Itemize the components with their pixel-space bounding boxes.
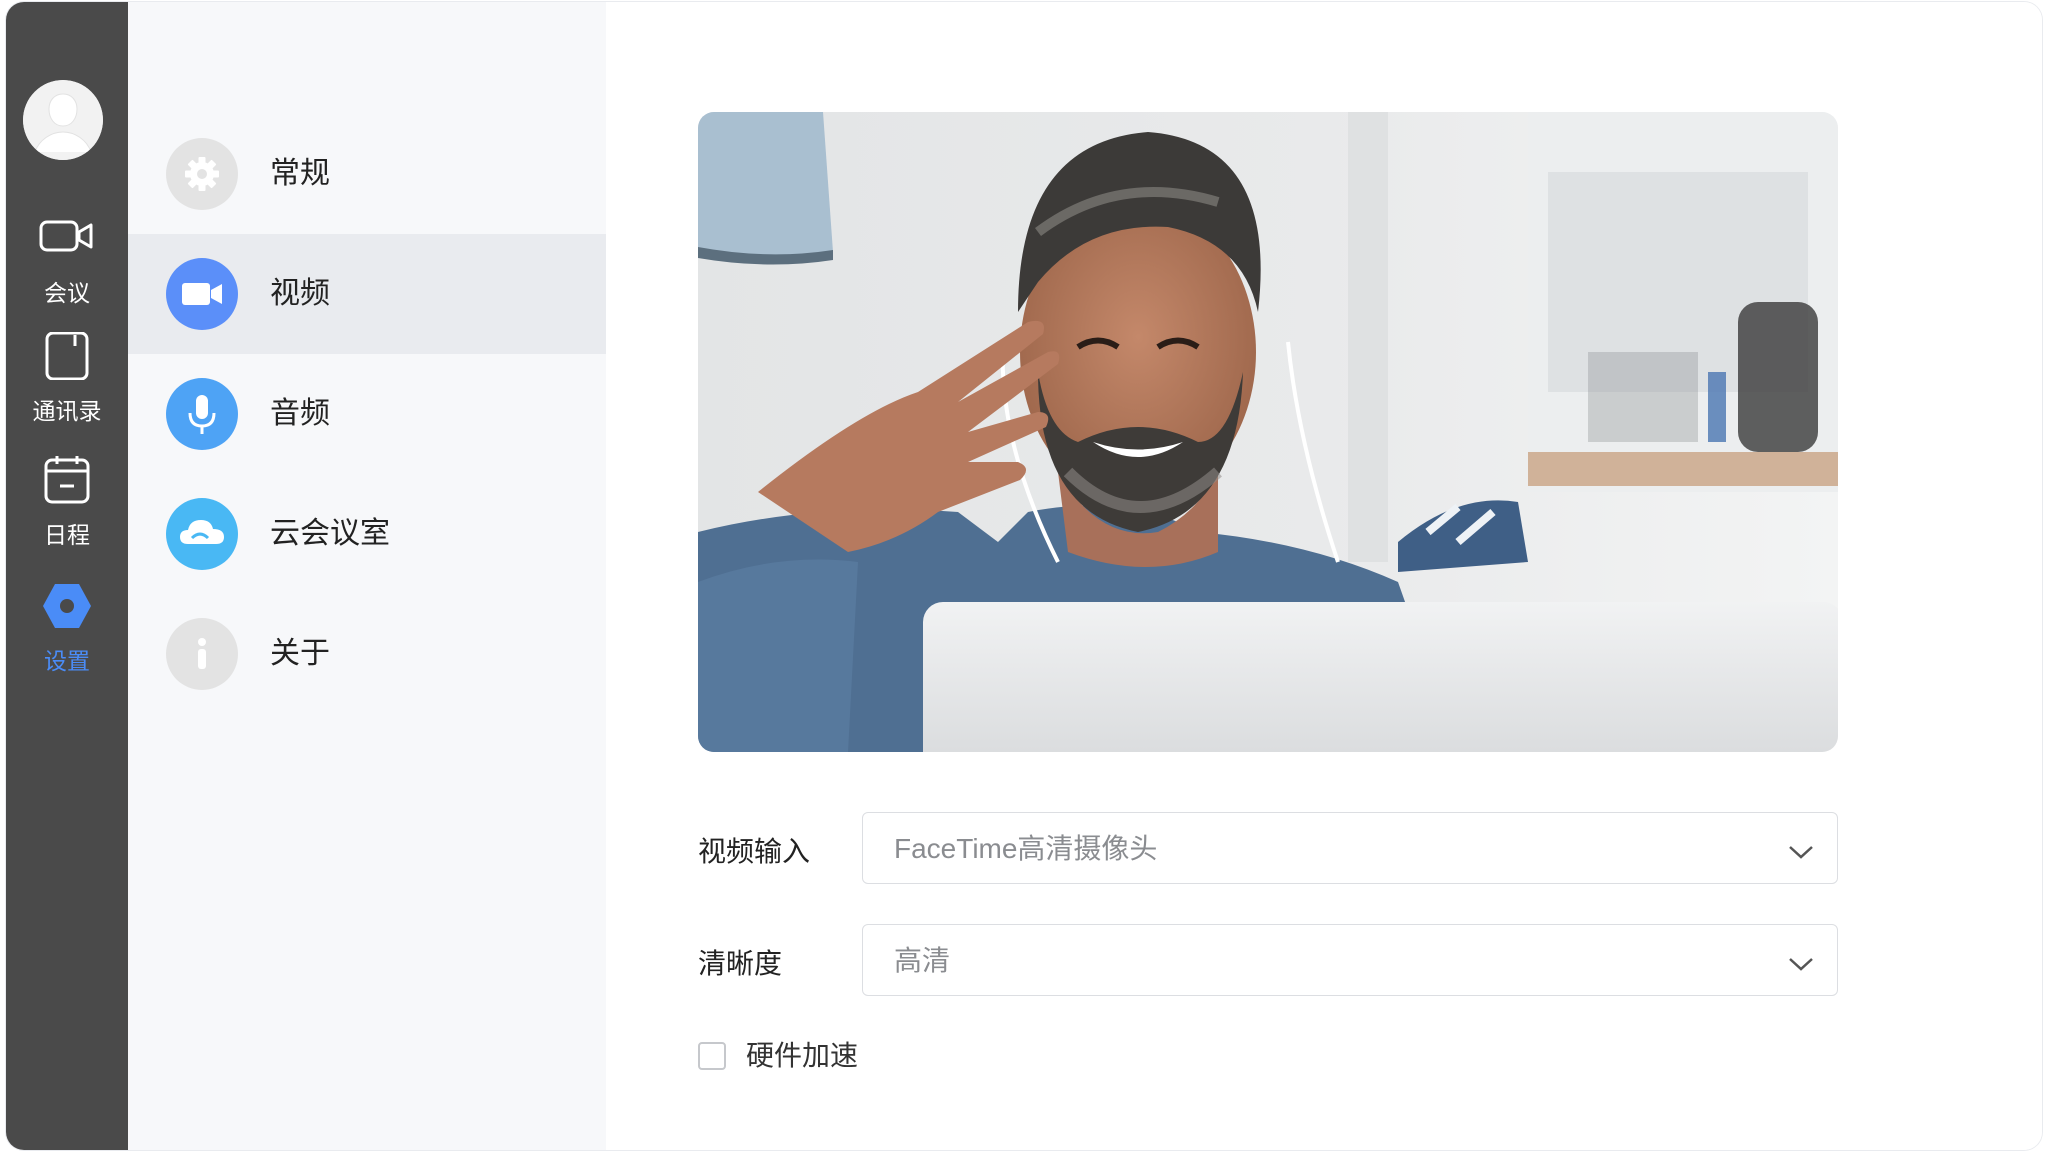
menu-label-cloud-room: 云会议室	[270, 517, 390, 550]
camera-preview-image	[698, 112, 1838, 752]
main-nav-rail: 会议 通讯录 日程 设置	[6, 2, 128, 1150]
nav-item-schedule[interactable]: 日程	[6, 456, 128, 566]
nav-label-meeting: 会议	[44, 280, 90, 306]
cloud-icon	[166, 498, 238, 570]
app-window: 会议 通讯录 日程 设置 常规 视频 音频 云会议室 关于 视频输入 FaceT…	[6, 2, 2042, 1150]
video-input-label: 视频输入	[698, 836, 811, 867]
resolution-label: 清晰度	[698, 948, 783, 979]
video-icon	[166, 258, 238, 330]
menu-item-general[interactable]: 常规	[128, 114, 606, 234]
resolution-select[interactable]: 高清	[862, 924, 1838, 996]
menu-label-general: 常规	[270, 157, 330, 190]
camera-preview	[698, 112, 1838, 752]
gear-icon	[166, 138, 238, 210]
menu-item-video[interactable]: 视频	[128, 234, 606, 354]
resolution-value: 高清	[894, 945, 951, 976]
nav-label-contacts: 通讯录	[32, 398, 102, 424]
contacts-book-icon	[45, 332, 89, 380]
nav-label-settings: 设置	[44, 648, 90, 674]
video-settings-panel: 视频输入 FaceTime高清摄像头 清晰度 高清 硬件加速	[606, 2, 2042, 1150]
nav-item-settings[interactable]: 设置	[6, 582, 128, 692]
nav-item-meeting[interactable]: 会议	[6, 214, 128, 324]
menu-label-about: 关于	[270, 637, 330, 670]
video-camera-icon	[39, 220, 93, 252]
avatar-icon	[23, 80, 103, 160]
calendar-icon	[44, 456, 90, 504]
video-input-value: FaceTime高清摄像头	[894, 833, 1158, 864]
hardware-acceleration-checkbox[interactable]	[698, 1042, 726, 1070]
nav-label-schedule: 日程	[44, 522, 90, 548]
chevron-down-icon	[1789, 958, 1813, 971]
settings-hexagon-icon	[43, 584, 91, 628]
menu-item-about[interactable]: 关于	[128, 594, 606, 714]
nav-item-contacts[interactable]: 通讯录	[6, 332, 128, 442]
menu-label-video: 视频	[270, 277, 330, 310]
microphone-icon	[166, 378, 238, 450]
settings-menu: 常规 视频 音频 云会议室 关于	[128, 2, 606, 1150]
chevron-down-icon	[1789, 846, 1813, 859]
video-input-select[interactable]: FaceTime高清摄像头	[862, 812, 1838, 884]
user-avatar[interactable]	[23, 80, 103, 160]
menu-label-audio: 音频	[270, 397, 330, 430]
menu-item-cloud-room[interactable]: 云会议室	[128, 474, 606, 594]
menu-item-audio[interactable]: 音频	[128, 354, 606, 474]
info-icon	[166, 618, 238, 690]
hardware-acceleration-label[interactable]: 硬件加速	[746, 1036, 858, 1076]
